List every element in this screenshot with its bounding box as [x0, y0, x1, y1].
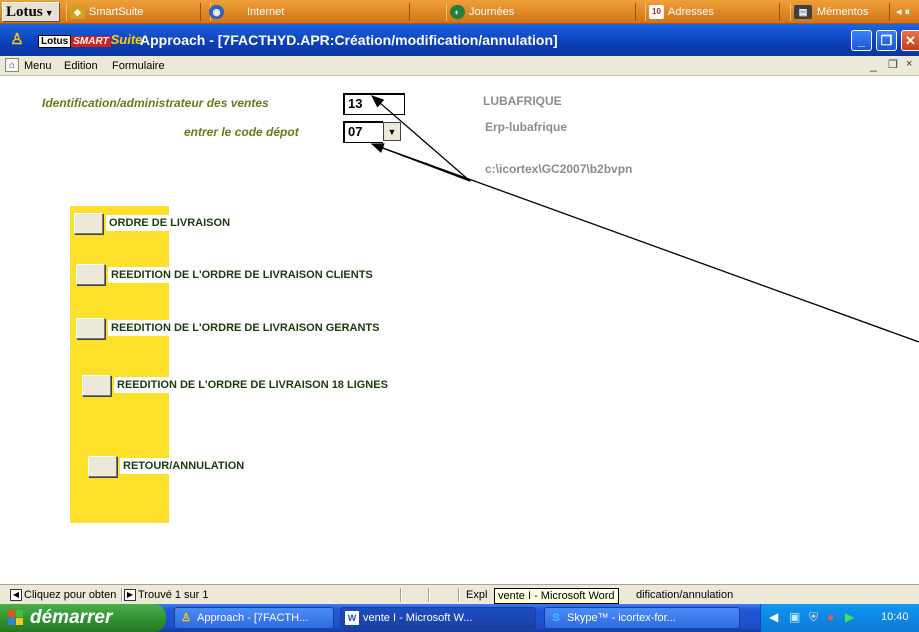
calendar-globe-icon: ◐ [450, 5, 465, 19]
drawer-journees[interactable]: ◐ Journées [446, 3, 636, 21]
tray-expand-icon[interactable]: ◀ [769, 610, 778, 624]
notepad-icon: ▤ [794, 5, 812, 19]
admin-id-label: Identification/administrateur des ventes [42, 96, 269, 110]
status-separator [458, 588, 460, 602]
doc-restore-icon[interactable]: ❐ [888, 58, 898, 71]
minimize-button[interactable]: _ [851, 30, 872, 51]
ordre-livraison-label: ORDRE DE LIVRAISON [106, 215, 234, 231]
admin-id-field[interactable]: 13 [343, 93, 405, 115]
smartsuite-icon: ◆ [70, 5, 85, 19]
window-title-bar: ♙ Lotus SMART Suite Approach - [7FACTHYD.A… [0, 24, 919, 56]
approach-app-icon[interactable]: ♙ [8, 31, 26, 49]
system-tray: ◀ ▣ ⛨ ● ▶ 10:40 [760, 604, 919, 632]
task-label: Skype™ - icortex-for... [567, 612, 676, 624]
status-mode[interactable]: Expl [466, 587, 487, 603]
drawer-adresses[interactable]: 10 Adresses [645, 3, 780, 21]
status-help-text: Cliquez pour obten [24, 589, 117, 601]
word-icon: W [345, 611, 359, 625]
task-skype[interactable]: S Skype™ - icortex-for... [544, 607, 740, 629]
database-path: c:\icortex\GC2007\b2bvpn [485, 162, 633, 176]
depot-code-label: entrer le code dépot [184, 125, 299, 139]
depot-code-field[interactable]: 07 [343, 121, 383, 143]
doc-close-icon[interactable]: × [906, 58, 912, 70]
dropdown-arrow-icon: ▼ [387, 127, 397, 137]
status-bar: ◀ Cliquez pour obten ▶ Trouvé 1 sur 1 Expl… [0, 584, 919, 604]
windows-taskbar: démarrer ♙ Approach - [7FACTH... Wvente I… [0, 604, 919, 632]
globe-icon: ◉ [209, 5, 224, 19]
security-shield-icon[interactable]: ⛨ [809, 610, 818, 625]
help-arrow-icon: ◀ [10, 589, 22, 602]
drawer-smartsuite[interactable]: ◆ SmartSuite [66, 3, 201, 21]
find-arrow-icon: ▶ [124, 589, 136, 602]
retour-annulation-button[interactable] [88, 456, 117, 477]
status-help[interactable]: ◀ Cliquez pour obten [10, 587, 116, 603]
lotus-menu-label: Lotus [6, 4, 43, 20]
network-icon[interactable]: ▣ [789, 610, 800, 624]
logo-lotus-text: Lotus [38, 35, 72, 48]
restore-icon: ❐ [880, 33, 893, 48]
reedition-gerants-label: REEDITION DE L'ORDRE DE LIVRAISON GERANT… [108, 320, 383, 336]
dropdown-arrow-icon: ▼ [44, 8, 54, 18]
calendar-icon: 10 [649, 5, 664, 19]
menu-bar: ⌂ Menu Edition Formulaire _ ❐ × [0, 56, 919, 76]
ordre-livraison-button[interactable] [74, 213, 103, 234]
clock[interactable]: 10:40 [881, 611, 909, 623]
buttons-panel [70, 206, 169, 523]
smartsuite-logo: Lotus SMART Suite [38, 32, 143, 48]
smartcenter-bar: Lotus ▼ ◆ SmartSuite ◉ Internet ◐ Journée… [0, 0, 919, 24]
status-separator [400, 588, 402, 602]
menu-item-menu[interactable]: Menu [24, 58, 52, 74]
company-name: LUBAFRIQUE [483, 94, 562, 108]
retour-annulation-label: RETOUR/ANNULATION [120, 458, 248, 474]
status-mode-rest: dification/annulation [636, 589, 734, 601]
erp-name: Erp-lubafrique [485, 120, 568, 134]
status-found-text: Trouvé 1 sur 1 [138, 589, 209, 601]
status-separator [121, 588, 123, 602]
reedition-18-lignes-label: REEDITION DE L'ORDRE DE LIVRAISON 18 LIG… [114, 377, 391, 393]
menu-item-formulaire[interactable]: Formulaire [112, 58, 165, 74]
approach-app-icon: ♙ [181, 612, 191, 624]
minimize-icon: _ [857, 33, 866, 48]
skype-icon: S [552, 612, 560, 624]
status-separator [428, 588, 430, 602]
scroll-left-icon[interactable]: ◂ ⏸ [896, 5, 910, 19]
close-icon: ✕ [905, 33, 916, 48]
drawer-label: SmartSuite [89, 6, 144, 18]
status-found[interactable]: ▶ Trouvé 1 sur 1 [124, 587, 209, 603]
reedition-clients-label: REEDITION DE L'ORDRE DE LIVRAISON CLIENT… [108, 267, 376, 283]
taskbar-tooltip: vente I - Microsoft Word [494, 588, 619, 604]
reedition-clients-button[interactable] [76, 264, 105, 285]
drawer-label: Internet [247, 6, 285, 18]
drawer-label: Journées [469, 6, 515, 18]
lotus-menu-button[interactable]: Lotus ▼ [2, 2, 60, 22]
drawer-label: Mémentos [817, 6, 869, 18]
task-word[interactable]: Wvente I - Microsoft W... [340, 607, 536, 629]
start-button[interactable]: démarrer [0, 604, 166, 632]
window-title: Approach - [7FACTHYD.APR:Création/modifi… [140, 32, 558, 48]
menu-item-edition[interactable]: Edition [64, 58, 98, 74]
task-approach[interactable]: ♙ Approach - [7FACTH... [174, 607, 334, 629]
drawer-internet[interactable]: ◉ Internet [209, 3, 410, 21]
start-label: démarrer [30, 607, 113, 628]
reedition-18-lignes-button[interactable] [82, 375, 111, 396]
task-label: Approach - [7FACTH... [197, 612, 309, 624]
windows-logo-icon [8, 610, 24, 626]
depot-dropdown-button[interactable]: ▼ [383, 122, 401, 141]
reedition-gerants-button[interactable] [76, 318, 105, 339]
doc-minimize-icon[interactable]: _ [870, 58, 877, 72]
maximize-button[interactable]: ❐ [876, 30, 897, 51]
status-mode-prefix: Expl [466, 589, 488, 601]
drawer-mementos[interactable]: ▤ Mémentos [790, 3, 890, 21]
home-icon[interactable]: ⌂ [5, 58, 19, 72]
close-button[interactable]: ✕ [901, 30, 919, 51]
logo-smart-text: SMART [71, 36, 111, 47]
media-play-icon[interactable]: ▶ [845, 610, 854, 624]
antivirus-icon[interactable]: ● [827, 610, 834, 624]
logo-suite-text: Suite [110, 32, 143, 47]
drawer-label: Adresses [668, 6, 714, 18]
task-label: vente I - Microsoft W... [363, 612, 473, 624]
